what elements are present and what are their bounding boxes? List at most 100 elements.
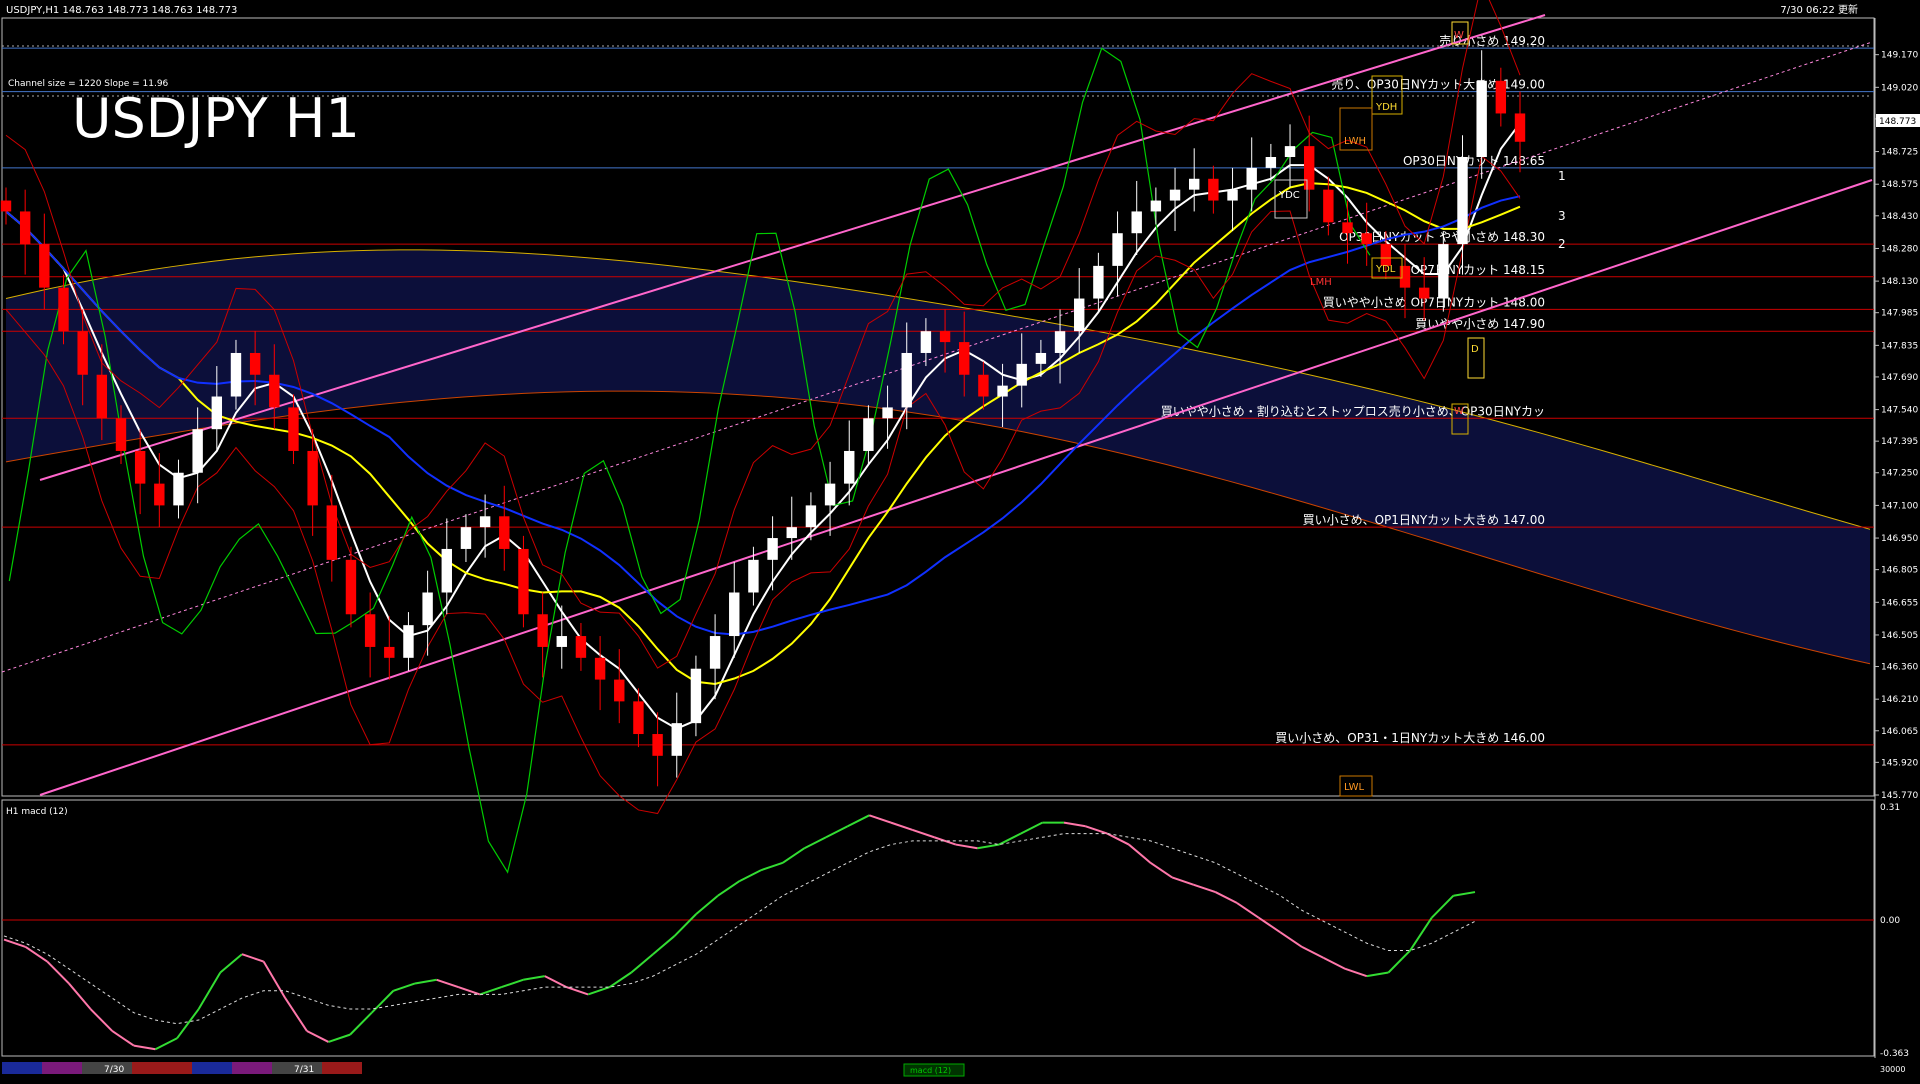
macd-segment: [825, 825, 849, 839]
date-label-7-31: 7/31: [294, 1065, 314, 1075]
macd-segment: [154, 1037, 178, 1051]
macd-segment: [1106, 832, 1130, 846]
macd-segment: [1085, 825, 1108, 835]
price-tick-label: 147.100: [1881, 501, 1918, 511]
macd-segment: [393, 982, 416, 992]
candle-bull: [729, 592, 740, 637]
level-label: 買いやや小さめ 147.90: [1415, 317, 1545, 331]
macd-tab-label[interactable]: macd (12): [910, 1066, 951, 1075]
candle-bull: [1457, 157, 1468, 245]
macd-segment: [414, 978, 437, 985]
candle-bear: [77, 331, 88, 375]
candle-bull: [1246, 167, 1257, 190]
candle-bear: [1495, 80, 1507, 114]
macd-signal-line: [3, 833, 1476, 1025]
macd-segment: [544, 975, 567, 989]
candle-bull: [230, 352, 242, 397]
macd-title: H1 macd (12): [6, 807, 68, 817]
macd-segment: [998, 832, 1022, 846]
candle-bear: [633, 701, 644, 735]
price-tick-label: 148.130: [1881, 277, 1918, 287]
candle-bear: [1208, 178, 1219, 201]
macd-segment: [436, 978, 459, 989]
candle-bull: [844, 450, 855, 484]
price-tick-label: 147.540: [1881, 406, 1918, 416]
macd-segment: [111, 1030, 135, 1047]
candle-bull: [671, 723, 682, 756]
cloud-fill: [6, 249, 1870, 664]
level-label: 買いやや小さめ・割り込むとストップロス売り小さめ、OP30日NYカッ: [1161, 403, 1545, 418]
price-tick-label: 146.655: [1881, 598, 1918, 608]
channel-label-1: 1: [1558, 169, 1566, 183]
candle-bull: [192, 429, 203, 473]
macd-segment: [46, 960, 70, 985]
macd-segment: [1171, 876, 1195, 886]
candle-bear: [384, 646, 395, 658]
lwl-label: LWL: [1344, 782, 1365, 793]
candle-bear: [96, 374, 108, 419]
macd-segment: [25, 946, 48, 963]
price-tick-label: 147.395: [1881, 437, 1918, 447]
macd-segment: [566, 986, 589, 996]
macd-segment: [1431, 895, 1455, 919]
price-tick-label: 147.835: [1881, 341, 1918, 351]
macd-segment: [760, 861, 784, 872]
candle-bear: [0, 200, 12, 212]
candle-bull: [422, 592, 433, 626]
macd-segment: [695, 894, 719, 915]
ydh-label: YDH: [1375, 102, 1397, 113]
candle-bull: [1284, 146, 1296, 158]
w-label-bottom: W: [1454, 406, 1464, 417]
macd-segment: [1128, 843, 1152, 864]
macd-segment: [955, 843, 978, 850]
candle-bear: [1514, 113, 1526, 142]
macd-axis-bottom: -0.363: [1880, 1049, 1909, 1059]
candle-bull: [1016, 363, 1027, 386]
price-tick-label: 145.920: [1881, 758, 1918, 768]
macd-segment: [501, 978, 524, 989]
macd-segment: [523, 975, 545, 981]
price-tick-label: 147.690: [1881, 373, 1918, 383]
candle-bull: [1131, 211, 1142, 234]
macd-segment: [1279, 931, 1303, 948]
date-label-7-30: 7/30: [104, 1065, 124, 1075]
candle-bear: [326, 505, 338, 560]
candle-bear: [58, 287, 69, 332]
macd-segment: [133, 1044, 156, 1051]
chart-window: 売り小さめ 149.20 売り、OP30日NYカット大きめ 149.00 OP30日…: [0, 0, 1920, 1080]
bottom-right-label: 30000: [1880, 1065, 1905, 1074]
candle-bear: [154, 483, 165, 506]
candle-bull: [1265, 157, 1277, 168]
candle-bear: [652, 734, 663, 756]
macd-segment: [1453, 891, 1476, 897]
candle-bull: [1150, 200, 1162, 212]
macd-segment: [371, 990, 395, 1014]
price-tick-label: 148.575: [1881, 180, 1918, 190]
macd-axis-zero: 0.00: [1880, 916, 1900, 926]
candle-bear: [1303, 146, 1315, 190]
macd-segment: [219, 953, 243, 974]
candle-bear: [307, 450, 318, 506]
macd-segment: [1214, 891, 1238, 904]
price-tick-label: 147.250: [1881, 469, 1918, 479]
candle-bear: [939, 331, 951, 343]
price-tick-label: 146.505: [1881, 631, 1918, 641]
macd-segment: [1409, 917, 1433, 952]
channel-label-2: 2: [1558, 237, 1566, 251]
candle-bull: [920, 331, 932, 353]
macd-segment: [977, 843, 1000, 850]
candle-bear: [345, 559, 357, 615]
candle-bull: [882, 407, 893, 419]
candle-bull: [805, 505, 817, 528]
macd-segment: [739, 869, 762, 882]
macd-segment: [587, 986, 611, 996]
price-tick-label: 149.020: [1881, 83, 1918, 93]
candle-bull: [441, 548, 452, 593]
macd-segment: [3, 938, 26, 948]
ichimoku-cloud: [5, 249, 1871, 665]
candle-bear: [269, 374, 280, 408]
macd-segment: [803, 836, 827, 850]
candle-bear: [1399, 265, 1411, 288]
macd-segment: [652, 935, 676, 955]
candle-bull: [997, 385, 1008, 397]
